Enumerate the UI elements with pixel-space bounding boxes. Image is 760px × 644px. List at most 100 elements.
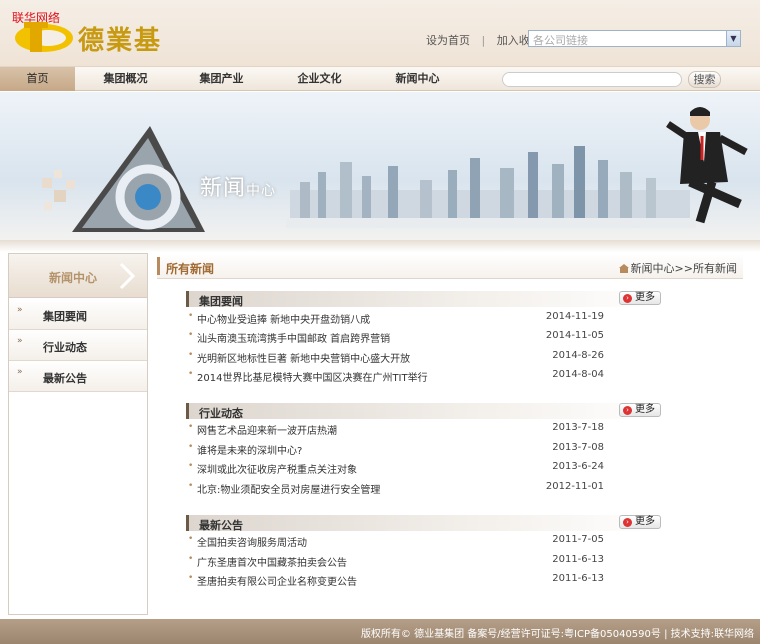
section-header: 最新公告 › 更多 bbox=[186, 515, 661, 532]
more-label: 更多 bbox=[635, 516, 655, 527]
news-row[interactable]: • 全国拍卖咨询服务周活动 2011-7-05 bbox=[186, 531, 604, 550]
more-label: 更多 bbox=[635, 404, 655, 415]
sidebar: 新闻中心 » 集团要闻 » 行业动态 » 最新公告 bbox=[8, 253, 148, 615]
news-row[interactable]: • 2014世界比基尼模特大赛中国区决赛在广州TIT举行 2014-8-04 bbox=[186, 366, 604, 385]
section-title: 集团要闻 bbox=[199, 295, 243, 308]
news-row[interactable]: • 中心物业受追捧 新地中央开盘劲销八成 2014-11-19 bbox=[186, 308, 604, 327]
more-dot-icon: › bbox=[623, 406, 632, 415]
more-button[interactable]: › 更多 bbox=[619, 515, 661, 529]
title-accent-bar bbox=[157, 257, 160, 275]
bullet-icon: • bbox=[188, 330, 194, 340]
news-row[interactable]: • 光明新区地标性巨著 新地中央营销中心盛大开放 2014-8-26 bbox=[186, 347, 604, 366]
home-icon bbox=[618, 264, 629, 273]
nav-item-culture[interactable]: 企业文化 bbox=[282, 67, 357, 91]
bullet-icon: » bbox=[17, 305, 23, 315]
nav-item-home[interactable]: 首页 bbox=[0, 67, 75, 91]
banner-illustration bbox=[42, 107, 748, 232]
news-date: 2011-7-05 bbox=[552, 534, 604, 545]
bullet-icon: • bbox=[188, 461, 194, 471]
news-title[interactable]: 北京:物业须配安全员对房屋进行安全管理 bbox=[197, 481, 380, 496]
main-nav: 首页 集团概况 集团产业 企业文化 新闻中心 搜索 bbox=[0, 66, 760, 91]
news-title[interactable]: 汕头南澳玉琉湾携手中国邮政 首启跨界营销 bbox=[197, 330, 390, 345]
breadcrumb-text[interactable]: 新闻中心>>所有新闻 bbox=[631, 262, 737, 275]
news-title[interactable]: 中心物业受追捧 新地中央开盘劲销八成 bbox=[197, 311, 370, 326]
section-header: 集团要闻 › 更多 bbox=[186, 291, 661, 308]
nav-item-group-overview[interactable]: 集团概况 bbox=[88, 67, 163, 91]
news-date: 2013-6-24 bbox=[552, 461, 604, 472]
breadcrumb: 新闻中心>>所有新闻 bbox=[618, 260, 737, 276]
news-title[interactable]: 2014世界比基尼模特大赛中国区决赛在广州TIT举行 bbox=[197, 369, 428, 384]
news-date: 2014-11-05 bbox=[545, 330, 604, 341]
bullet-icon: • bbox=[188, 573, 194, 583]
bullet-icon: » bbox=[17, 336, 23, 346]
content-header: 所有新闻 新闻中心>>所有新闻 bbox=[157, 254, 743, 279]
bullet-icon: • bbox=[188, 554, 194, 564]
news-date: 2013-7-08 bbox=[552, 442, 604, 453]
news-title[interactable]: 网售艺术品迎来新一波开店热潮 bbox=[197, 422, 337, 437]
news-row[interactable]: • 谁将是未来的深圳中心? 2013-7-08 bbox=[186, 439, 604, 458]
news-date: 2014-8-26 bbox=[552, 350, 604, 361]
page: 联华网络 德業基 设为首页 | 加入收藏 各公司链接 ▼ 首页 集团概况 集团产… bbox=[0, 0, 760, 644]
news-row[interactable]: • 广东圣唐首次中国藏茶拍卖会公告 2011-6-13 bbox=[186, 551, 604, 570]
header-separator: | bbox=[481, 34, 486, 47]
more-dot-icon: › bbox=[623, 518, 632, 527]
section-header: 行业动态 › 更多 bbox=[186, 403, 661, 420]
bullet-icon: • bbox=[188, 350, 194, 360]
news-row[interactable]: • 深圳或此次征收房产税重点关注对象 2013-6-24 bbox=[186, 458, 604, 477]
bullet-icon: • bbox=[188, 481, 194, 491]
sidebar-title-text: 新闻中心 bbox=[49, 271, 98, 285]
header: 联华网络 德業基 设为首页 | 加入收藏 各公司链接 ▼ bbox=[0, 0, 760, 66]
page-title: 所有新闻 bbox=[166, 262, 215, 276]
sidebar-item-group-news[interactable]: » 集团要闻 bbox=[9, 299, 147, 330]
sidebar-item-label: 最新公告 bbox=[43, 372, 87, 385]
news-date: 2014-8-04 bbox=[552, 369, 604, 380]
news-row[interactable]: • 北京:物业须配安全员对房屋进行安全管理 2012-11-01 bbox=[186, 478, 604, 497]
sidebar-item-label: 行业动态 bbox=[43, 341, 87, 354]
footer: 版权所有© 德业基集团 备案号/经营许可证号:粤ICP备05040590号 | … bbox=[0, 619, 760, 644]
news-title[interactable]: 光明新区地标性巨著 新地中央营销中心盛大开放 bbox=[197, 350, 410, 365]
bullet-icon: • bbox=[188, 369, 194, 379]
bullet-icon: • bbox=[188, 311, 194, 321]
more-button[interactable]: › 更多 bbox=[619, 291, 661, 305]
set-home-link[interactable]: 设为首页 bbox=[426, 34, 470, 47]
bullet-icon: • bbox=[188, 422, 194, 432]
chevron-down-icon[interactable]: ▼ bbox=[726, 31, 740, 46]
section-announcements: 最新公告 › 更多 • 全国拍卖咨询服务周活动 2011-7-05 • 广东圣唐首次中国… bbox=[186, 515, 661, 590]
section-industry-news: 行业动态 › 更多 • 网售艺术品迎来新一波开店热潮 2013-7-18 • 谁将是未来… bbox=[186, 403, 661, 497]
banner-title-sub: 中心 bbox=[246, 183, 277, 199]
nav-item-news[interactable]: 新闻中心 bbox=[380, 67, 455, 91]
news-row[interactable]: • 汕头南澳玉琉湾携手中国邮政 首启跨界营销 2014-11-05 bbox=[186, 327, 604, 346]
news-title[interactable]: 谁将是未来的深圳中心? bbox=[197, 442, 302, 457]
more-button[interactable]: › 更多 bbox=[619, 403, 661, 417]
bullet-icon: » bbox=[17, 367, 23, 377]
more-dot-icon: › bbox=[623, 294, 632, 303]
logo-text: 德業基 bbox=[78, 26, 163, 56]
news-date: 2014-11-19 bbox=[545, 311, 604, 322]
company-select-placeholder: 各公司链接 bbox=[533, 34, 588, 47]
bullet-icon: • bbox=[188, 534, 194, 544]
news-date: 2011-6-13 bbox=[552, 573, 604, 584]
news-row[interactable]: • 网售艺术品迎来新一波开店热潮 2013-7-18 bbox=[186, 419, 604, 438]
news-title[interactable]: 广东圣唐首次中国藏茶拍卖会公告 bbox=[197, 554, 347, 569]
news-title[interactable]: 全国拍卖咨询服务周活动 bbox=[197, 534, 307, 549]
sidebar-item-announcements[interactable]: » 最新公告 bbox=[9, 361, 147, 392]
sidebar-item-industry-news[interactable]: » 行业动态 bbox=[9, 330, 147, 361]
banner-title: 新闻中心 bbox=[200, 170, 276, 202]
nav-item-group-industry[interactable]: 集团产业 bbox=[184, 67, 259, 91]
bullet-icon: • bbox=[188, 442, 194, 452]
news-row[interactable]: • 圣唐拍卖有限公司企业名称变更公告 2011-6-13 bbox=[186, 570, 604, 589]
company-links-select[interactable]: 各公司链接 ▼ bbox=[528, 30, 741, 47]
banner-divider bbox=[0, 240, 760, 252]
banner: 新闻中心 bbox=[0, 92, 760, 240]
section-group-news: 集团要闻 › 更多 • 中心物业受追捧 新地中央开盘劲销八成 2014-11-19 •… bbox=[186, 291, 661, 385]
news-date: 2011-6-13 bbox=[552, 554, 604, 565]
search-button[interactable]: 搜索 bbox=[688, 71, 721, 88]
banner-title-main: 新闻 bbox=[200, 176, 247, 201]
sidebar-title: 新闻中心 bbox=[9, 254, 147, 298]
news-date: 2012-11-01 bbox=[545, 481, 604, 492]
logo[interactable]: 德業基 bbox=[14, 16, 184, 58]
search-input[interactable] bbox=[502, 72, 682, 87]
news-date: 2013-7-18 bbox=[552, 422, 604, 433]
news-title[interactable]: 深圳或此次征收房产税重点关注对象 bbox=[197, 461, 357, 476]
news-title[interactable]: 圣唐拍卖有限公司企业名称变更公告 bbox=[197, 573, 357, 588]
